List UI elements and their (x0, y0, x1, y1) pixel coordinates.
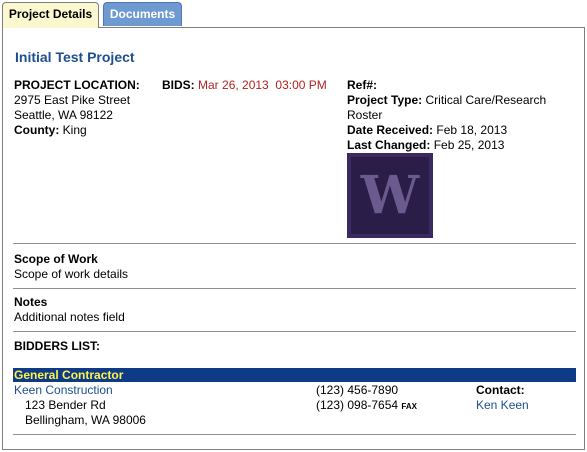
county-value: King (62, 123, 87, 137)
institution-logo: W (347, 153, 433, 238)
notes-label: Notes (14, 295, 48, 309)
divider (13, 288, 576, 289)
location-label: PROJECT LOCATION: (14, 78, 140, 92)
address-line2: Seattle, WA 98122 (14, 108, 113, 122)
bidder-company-block: Keen Construction 123 Bender Rd Bellingh… (14, 383, 146, 428)
tab-documents[interactable]: Documents (103, 2, 182, 26)
bidder-street: 123 Bender Rd (25, 398, 106, 412)
project-title: Initial Test Project (15, 49, 135, 65)
bids-block: BIDS: Mar 26, 2013 03:00 PM (162, 78, 327, 93)
bidder-group-header: General Contractor (13, 368, 576, 382)
county-label: County: (14, 123, 60, 137)
county-row: County: King (14, 123, 140, 138)
bidder-fax-row: (123) 098-7654 FAX (316, 398, 417, 414)
bidder-fax: (123) 098-7654 (316, 398, 399, 412)
type-label: Project Type: (347, 93, 423, 107)
divider (13, 434, 576, 435)
bidder-phone-block: (123) 456-7890 (123) 098-7654 FAX (316, 383, 417, 414)
type-value-2: Roster (347, 108, 383, 122)
location-block: PROJECT LOCATION: 2975 East Pike Street … (14, 78, 140, 138)
meta-block: Ref#: Project Type: Critical Care/Resear… (347, 78, 546, 153)
fax-label: FAX (401, 402, 417, 411)
bidders-label: BIDDERS LIST: (14, 339, 101, 353)
changed-label: Last Changed: (347, 138, 431, 152)
divider (13, 243, 576, 244)
scope-label: Scope of Work (14, 252, 98, 266)
project-panel: Initial Test Project PROJECT LOCATION: 2… (2, 27, 585, 450)
bidder-company-link[interactable]: Keen Construction (14, 383, 146, 398)
notes-block: Notes Additional notes field (14, 295, 125, 325)
received-value: Feb 18, 2013 (436, 123, 508, 137)
tab-project-details[interactable]: Project Details (2, 2, 99, 28)
scope-block: Scope of Work Scope of work details (14, 252, 128, 282)
contact-label: Contact: (476, 383, 525, 397)
bids-value: Mar 26, 2013 03:00 PM (198, 78, 327, 92)
divider (13, 331, 576, 332)
type-row: Project Type: Critical Care/Research (347, 93, 546, 108)
ref-label: Ref#: (347, 78, 378, 92)
received-row: Date Received: Feb 18, 2013 (347, 123, 546, 138)
type-value: Critical Care/Research (425, 93, 547, 107)
logo-letter: W (360, 165, 420, 226)
changed-row: Last Changed: Feb 25, 2013 (347, 138, 546, 153)
bids-label: BIDS: (162, 78, 195, 92)
bidder-city: Bellingham, WA 98006 (25, 413, 146, 427)
tab-bar: Project Details Documents (0, 0, 587, 28)
scope-value: Scope of work details (14, 267, 129, 281)
contact-name-link[interactable]: Ken Keen (476, 398, 529, 413)
received-label: Date Received: (347, 123, 434, 137)
address-line1: 2975 East Pike Street (14, 93, 131, 107)
bidder-phone: (123) 456-7890 (316, 383, 399, 397)
changed-value: Feb 25, 2013 (433, 138, 505, 152)
notes-value: Additional notes field (14, 310, 125, 324)
bidder-contact-block: Contact: Ken Keen (476, 383, 529, 413)
